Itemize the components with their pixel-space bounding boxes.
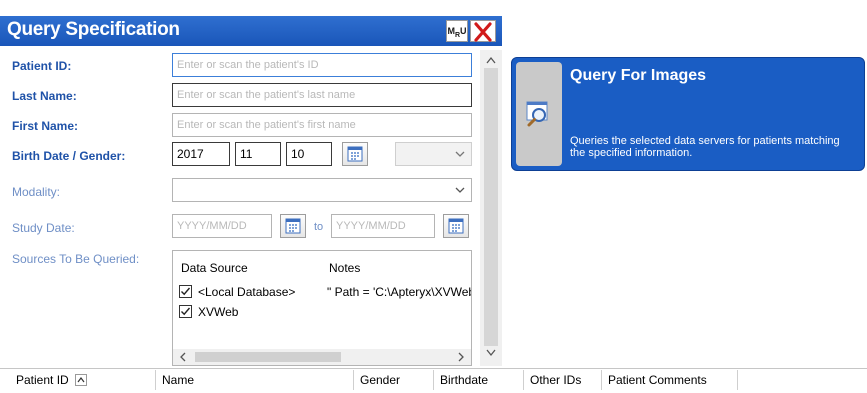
first-name-label: First Name:: [12, 119, 79, 133]
search-document-icon: [526, 101, 548, 127]
birth-year-field[interactable]: 2017: [172, 142, 230, 166]
source-notes: " Path = 'C:\Apteryx\XVWeb: [327, 285, 472, 299]
source-name: <Local Database>: [198, 285, 296, 299]
query-card-title: Query For Images: [570, 67, 707, 84]
last-name-label: Last Name:: [12, 89, 77, 103]
source-checkbox[interactable]: [179, 305, 192, 318]
source-checkbox[interactable]: [179, 285, 192, 298]
modality-label: Modality:: [12, 185, 61, 199]
study-date-label: Study Date:: [12, 221, 75, 235]
sources-hscrollbar[interactable]: [173, 349, 471, 365]
mru-icon: MRU: [447, 26, 467, 39]
grid-column-other-ids[interactable]: Other IDs: [526, 370, 602, 390]
sources-column-header[interactable]: Data Source: [181, 261, 248, 275]
study-date-to-placeholder: YYYY/MM/DD: [336, 220, 406, 232]
grid-column-birthdate[interactable]: Birthdate: [436, 370, 524, 390]
birth-gender-label: Birth Date / Gender:: [12, 149, 126, 163]
close-icon: [474, 22, 492, 42]
check-icon: [181, 287, 191, 296]
panel-vscroll-thumb[interactable]: [484, 68, 498, 346]
chevron-down-icon[interactable]: [486, 349, 496, 357]
sources-label: Sources To Be Queried:: [12, 252, 140, 266]
modality-select[interactable]: [172, 178, 472, 202]
sources-list[interactable]: Data Source Notes <Local Database> " Pat…: [172, 250, 472, 366]
birth-date-calendar-button[interactable]: [342, 142, 368, 166]
gender-select[interactable]: [395, 142, 472, 166]
birth-day-value: 10: [291, 147, 305, 161]
birth-month-value: 11: [240, 147, 253, 161]
sources-column-header[interactable]: Notes: [329, 261, 360, 275]
birth-year-value: 2017: [177, 147, 204, 161]
patient-id-placeholder: Enter or scan the patient's ID: [177, 59, 319, 71]
grid-column-label: Patient ID: [16, 373, 69, 387]
chevron-up-icon[interactable]: [486, 56, 496, 64]
source-name: XVWeb: [198, 305, 239, 319]
panel-title: Query Specification: [7, 19, 180, 40]
grid-column-patient-comments[interactable]: Patient Comments: [604, 370, 738, 390]
study-date-from-calendar-button[interactable]: [280, 214, 306, 238]
first-name-placeholder: Enter or scan the patient's first name: [177, 119, 356, 131]
birth-day-field[interactable]: 10: [286, 142, 332, 166]
patient-id-field[interactable]: Enter or scan the patient's ID: [172, 53, 472, 77]
calendar-icon: [285, 218, 301, 234]
calendar-icon: [448, 218, 464, 234]
sort-ascending-icon: [75, 374, 88, 386]
study-date-to-field[interactable]: YYYY/MM/DD: [331, 214, 435, 238]
last-name-field[interactable]: Enter or scan the patient's last name: [172, 83, 472, 107]
chevron-down-icon: [455, 187, 465, 193]
grid-column-gender[interactable]: Gender: [356, 370, 434, 390]
birth-month-field[interactable]: 11: [235, 142, 281, 166]
patient-id-label: Patient ID:: [12, 59, 72, 73]
chevron-right-icon: [458, 352, 464, 362]
first-name-field[interactable]: Enter or scan the patient's first name: [172, 113, 472, 137]
last-name-placeholder: Enter or scan the patient's last name: [177, 89, 356, 101]
sources-hscroll-thumb[interactable]: [195, 352, 341, 362]
mru-button[interactable]: MRU: [446, 20, 468, 42]
check-icon: [181, 307, 191, 316]
chevron-left-icon: [180, 352, 186, 362]
calendar-icon: [347, 146, 363, 162]
grid-column-patient-id[interactable]: Patient ID: [12, 370, 156, 390]
study-date-to-calendar-button[interactable]: [443, 214, 469, 238]
query-icon-tile: [516, 62, 562, 166]
close-button[interactable]: [470, 20, 496, 42]
grid-column-name[interactable]: Name: [158, 370, 354, 390]
study-date-from-placeholder: YYYY/MM/DD: [177, 220, 247, 232]
query-card-description: Queries the selected data servers for pa…: [570, 135, 840, 159]
study-date-to-label: to: [314, 221, 324, 233]
study-date-from-field[interactable]: YYYY/MM/DD: [172, 214, 272, 238]
chevron-down-icon: [455, 151, 465, 157]
